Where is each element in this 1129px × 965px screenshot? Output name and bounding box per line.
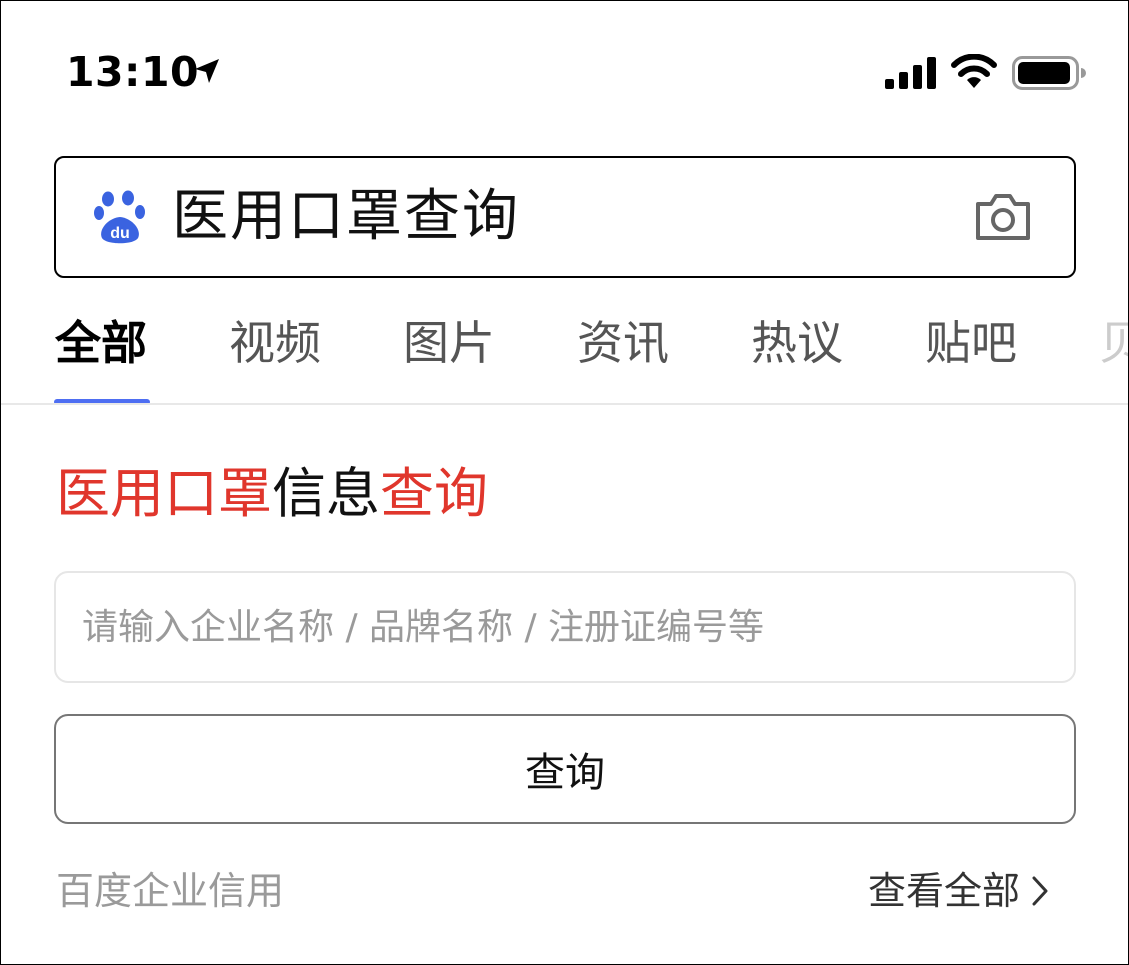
source-label: 百度企业信用	[56, 869, 285, 913]
tab-news[interactable]: 资讯	[577, 311, 669, 375]
phone-screen: 13:10 du 医用口罩查询 全部 视频 图片 资讯 热议 贴吧 医用口罩信息…	[0, 0, 1129, 965]
title-part-mask: 医用口罩	[56, 462, 272, 525]
title-part-query: 查询	[380, 462, 488, 525]
battery-icon	[1012, 56, 1086, 90]
tab-video[interactable]: 视频	[229, 311, 321, 375]
view-all-label: 查看全部	[868, 869, 1021, 913]
svg-text:du: du	[110, 225, 130, 242]
signal-bars-icon	[885, 57, 936, 89]
tab-discussion[interactable]: 热议	[751, 311, 843, 375]
tab-all[interactable]: 全部	[55, 311, 147, 375]
search-query-text[interactable]: 医用口罩查询	[172, 182, 520, 252]
wifi-icon	[951, 54, 997, 88]
tab-images[interactable]: 图片	[403, 311, 495, 375]
search-box[interactable]: du 医用口罩查询	[54, 156, 1076, 278]
tabs-divider	[1, 403, 1128, 405]
location-arrow-icon	[195, 59, 219, 83]
tab-tieba[interactable]: 贴吧	[925, 311, 1017, 375]
baidu-paw-icon: du	[94, 190, 145, 244]
company-search-input[interactable]	[54, 571, 1076, 683]
tab-partial[interactable]: 贝	[1099, 311, 1128, 375]
query-button[interactable]: 查询	[54, 714, 1076, 824]
card-title: 医用口罩信息查询	[56, 459, 488, 529]
status-time: 13:10	[66, 48, 200, 96]
camera-icon[interactable]	[974, 192, 1032, 242]
chevron-right-icon	[1032, 876, 1048, 906]
title-part-info: 信息	[272, 462, 380, 525]
view-all-link[interactable]: 查看全部	[868, 865, 1050, 917]
